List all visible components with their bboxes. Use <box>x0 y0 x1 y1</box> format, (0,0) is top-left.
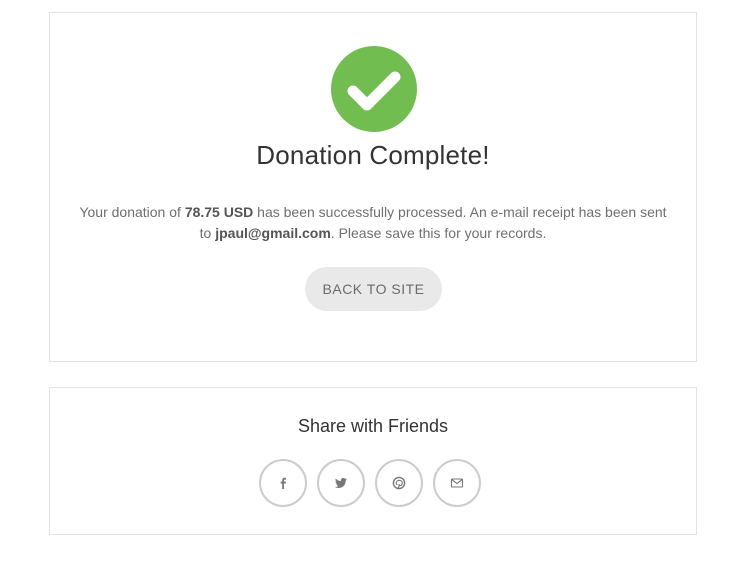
share-facebook-button[interactable] <box>259 459 307 507</box>
share-pinterest-button[interactable] <box>375 459 423 507</box>
facebook-icon <box>276 476 290 490</box>
twitter-icon <box>334 476 348 490</box>
page-title: Donation Complete! <box>256 140 490 170</box>
back-to-site-button[interactable]: BACK TO SITE <box>305 267 442 311</box>
share-card: Share with Friends <box>49 387 697 535</box>
receipt-email: jpaul@gmail.com <box>215 225 331 241</box>
message-suffix: . Please save this for your records. <box>330 225 547 241</box>
donation-amount: 78.75 USD <box>184 204 254 220</box>
pinterest-icon <box>392 476 406 490</box>
message-prefix: Your donation of <box>79 204 185 220</box>
check-circle-icon <box>331 46 417 132</box>
share-buttons <box>259 459 481 507</box>
share-title: Share with Friends <box>297 416 449 436</box>
share-email-button[interactable] <box>433 459 481 507</box>
email-icon <box>450 476 464 490</box>
confirmation-message: Your donation of 78.75 USD has been succ… <box>74 202 672 244</box>
donation-complete-card: Donation Complete! Your donation of 78.7… <box>49 12 697 362</box>
share-twitter-button[interactable] <box>317 459 365 507</box>
